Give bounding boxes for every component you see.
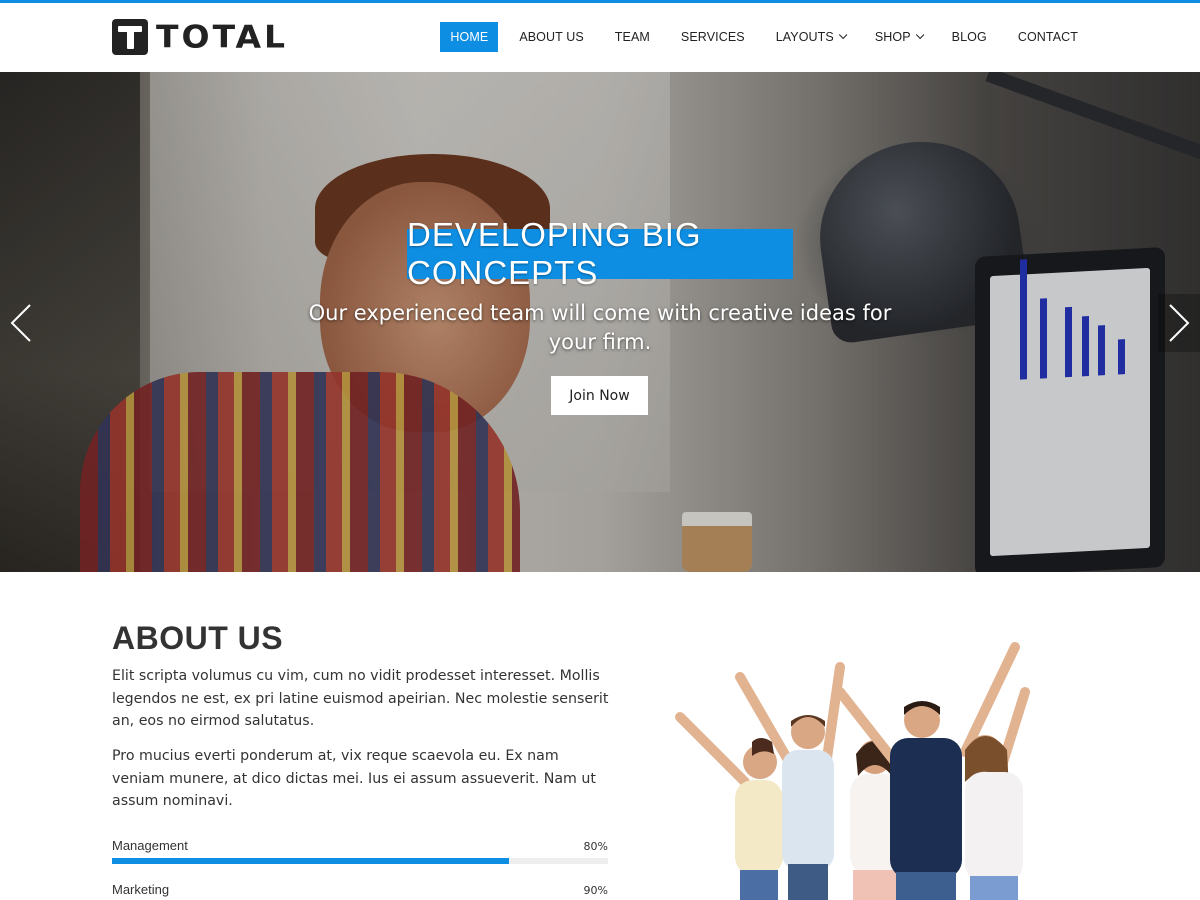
- skill-marketing: Marketing 90%: [112, 882, 608, 900]
- join-now-button[interactable]: Join Now: [551, 376, 648, 415]
- nav-label: LAYOUTS: [775, 30, 834, 44]
- site-header: TOTAL HOME ABOUT US TEAM SERVICES LAYOUT…: [0, 3, 1200, 72]
- slider-next-button[interactable]: [1158, 294, 1200, 352]
- nav-item-home[interactable]: HOME: [440, 22, 499, 52]
- about-paragraph: Pro mucius everti ponderum at, vix reque…: [112, 748, 596, 809]
- site-logo[interactable]: TOTAL: [112, 19, 288, 55]
- logo-icon: [112, 19, 148, 55]
- hero-title: DEVELOPING BIG CONCEPTS: [407, 216, 793, 291]
- nav-item-shop[interactable]: SHOP: [865, 22, 931, 52]
- team-photo: [675, 642, 1030, 900]
- slider-prev-button[interactable]: [0, 294, 42, 352]
- nav-label: SERVICES: [680, 30, 745, 44]
- about-section: ABOUT US Elit scripta volumus cu vim, cu…: [0, 572, 1200, 900]
- nav-label: BLOG: [951, 30, 987, 44]
- nav-label: SHOP: [874, 30, 911, 44]
- hero-slider: DEVELOPING BIG CONCEPTS Our experienced …: [0, 72, 1200, 572]
- about-paragraph: Elit scripta volumus cu vim, cum no vidi…: [112, 668, 609, 729]
- skill-management: Management 80%: [112, 838, 608, 864]
- hero-subtitle: Our experienced team will come with crea…: [308, 301, 892, 354]
- skill-label: Management: [112, 838, 188, 853]
- skill-fill: [112, 858, 509, 864]
- team-person: [675, 712, 783, 900]
- nav-item-contact[interactable]: CONTACT: [1008, 22, 1088, 52]
- nav-label: CONTACT: [1017, 30, 1078, 44]
- about-title: ABOUT US: [112, 620, 284, 656]
- nav-item-blog[interactable]: BLOG: [942, 22, 997, 52]
- chevron-down-icon: [838, 30, 848, 40]
- chevron-right-icon: [1169, 304, 1190, 342]
- nav-label: ABOUT US: [519, 30, 584, 44]
- skill-label: Marketing: [112, 882, 170, 897]
- nav-item-team[interactable]: TEAM: [605, 22, 660, 52]
- nav-item-services[interactable]: SERVICES: [671, 22, 755, 52]
- skill-percent: 90%: [583, 884, 608, 897]
- chevron-down-icon: [915, 30, 925, 40]
- logo-text: TOTAL: [156, 18, 289, 56]
- nav-item-about-us[interactable]: ABOUT US: [509, 22, 593, 52]
- main-nav: HOME ABOUT US TEAM SERVICES LAYOUTS SHOP…: [429, 22, 1088, 52]
- nav-label: HOME: [450, 30, 489, 44]
- chevron-left-icon: [10, 304, 31, 342]
- nav-item-layouts[interactable]: LAYOUTS: [766, 22, 854, 52]
- skill-percent: 80%: [583, 840, 608, 853]
- nav-label: TEAM: [614, 30, 650, 44]
- skill-track: [112, 858, 608, 864]
